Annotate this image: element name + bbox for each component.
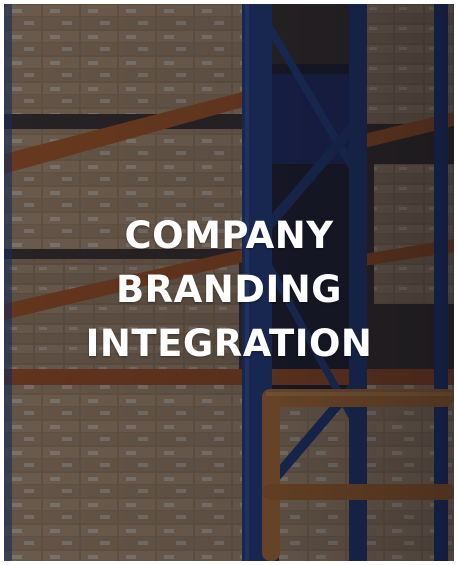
title-line-1: COMPANY	[124, 214, 334, 257]
title-line-2: BRANDING	[115, 268, 343, 311]
branding-card[interactable]: COMPANY BRANDING INTEGRATION	[4, 4, 454, 561]
title-line-3: INTEGRATION	[85, 322, 373, 365]
card-title: COMPANY BRANDING INTEGRATION	[4, 209, 454, 371]
